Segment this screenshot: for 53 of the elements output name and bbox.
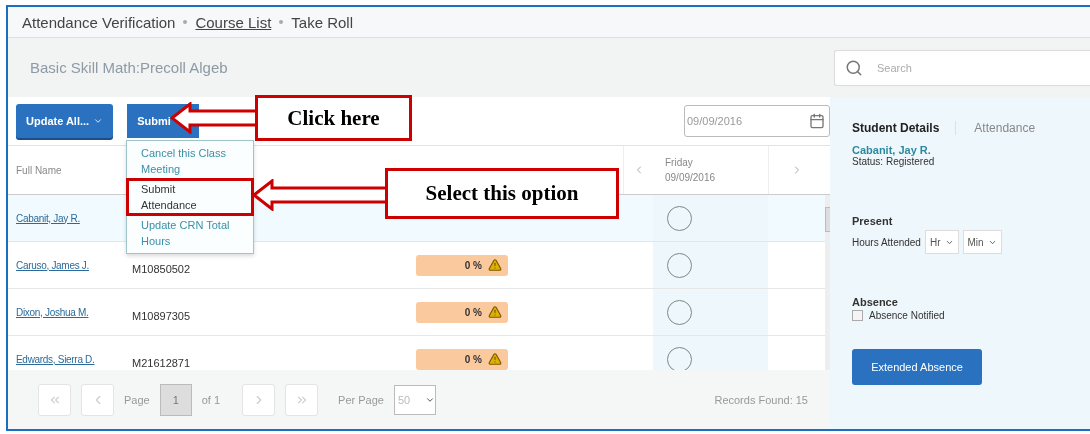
- breadcrumb-separator: [183, 20, 188, 24]
- breadcrumb-separator: [279, 20, 284, 24]
- first-page-button[interactable]: [38, 383, 71, 416]
- student-id: M21612871: [131, 356, 192, 369]
- search-box[interactable]: Search: [834, 49, 1090, 86]
- menu-item[interactable]: Cancel this Class Meeting: [127, 143, 253, 179]
- student-name-link[interactable]: Cabanit, Jay R.: [8, 212, 118, 224]
- student-status: Status: Registered: [852, 156, 936, 167]
- search-field[interactable]: Search: [875, 60, 1055, 75]
- callout-label: Select this option: [385, 168, 619, 219]
- student-id: M10897305: [131, 309, 192, 322]
- records-count: Records Found: 15: [714, 393, 808, 406]
- attendance-percent: 0 %: [416, 254, 508, 276]
- next-page-button[interactable]: [242, 383, 276, 416]
- student-name-link[interactable]: Caruso, James J.: [8, 259, 118, 271]
- checkbox-label: Absence Notified: [869, 310, 945, 321]
- student-name-link[interactable]: Dixon, Joshua M.: [8, 306, 118, 318]
- per-page-label: Per Page: [338, 393, 384, 406]
- warning-icon: [488, 305, 502, 319]
- absence-checkbox[interactable]: [852, 310, 863, 321]
- caret-icon: [93, 116, 104, 126]
- warning-icon: [488, 258, 502, 272]
- breadcrumb-item: Attendance Verification: [22, 13, 176, 31]
- panel-tab[interactable]: Attendance: [974, 121, 1036, 135]
- search-icon: [845, 58, 863, 77]
- student-name: Cabanit, Jay R.: [852, 144, 931, 156]
- attendance-percent: 0 %: [416, 348, 508, 370]
- column-header[interactable]: Full Name: [8, 164, 118, 176]
- attendance-percent: 0 %: [416, 301, 508, 323]
- last-page-button[interactable]: [285, 383, 319, 416]
- menu-item[interactable]: Submit Attendance: [127, 179, 253, 215]
- table-row[interactable]: Dixon, Joshua M. M10897305 0 %: [8, 289, 825, 336]
- extended-absence-button[interactable]: Extended Absence: [852, 349, 982, 385]
- day-header: Friday 09/09/2016: [664, 156, 717, 185]
- calendar-icon: [809, 113, 825, 129]
- update-all-button[interactable]: Update All...: [16, 104, 114, 138]
- course-title: Basic Skill Math:Precoll Algeb: [30, 59, 228, 76]
- breadcrumb-link[interactable]: Course List: [195, 13, 272, 31]
- breadcrumb-item: Take Roll: [291, 13, 353, 31]
- page-count: of 1: [201, 393, 221, 406]
- callout-label: Click here: [255, 95, 412, 141]
- absence-heading: Absence: [852, 296, 899, 308]
- hours-select[interactable]: Hr: [924, 230, 959, 254]
- student-id: M10850502: [131, 262, 192, 275]
- page-input[interactable]: 1: [159, 383, 192, 416]
- present-heading: Present: [852, 215, 894, 227]
- hours-label: Hours Attended: [852, 236, 921, 248]
- student-name-link[interactable]: Edwards, Sierra D.: [8, 353, 118, 365]
- page-label: Page: [124, 393, 150, 406]
- panel-tab[interactable]: Student Details: [852, 121, 957, 135]
- previous-page-button[interactable]: [81, 383, 114, 416]
- warning-icon: [488, 352, 502, 366]
- minutes-select[interactable]: Min: [962, 230, 1002, 254]
